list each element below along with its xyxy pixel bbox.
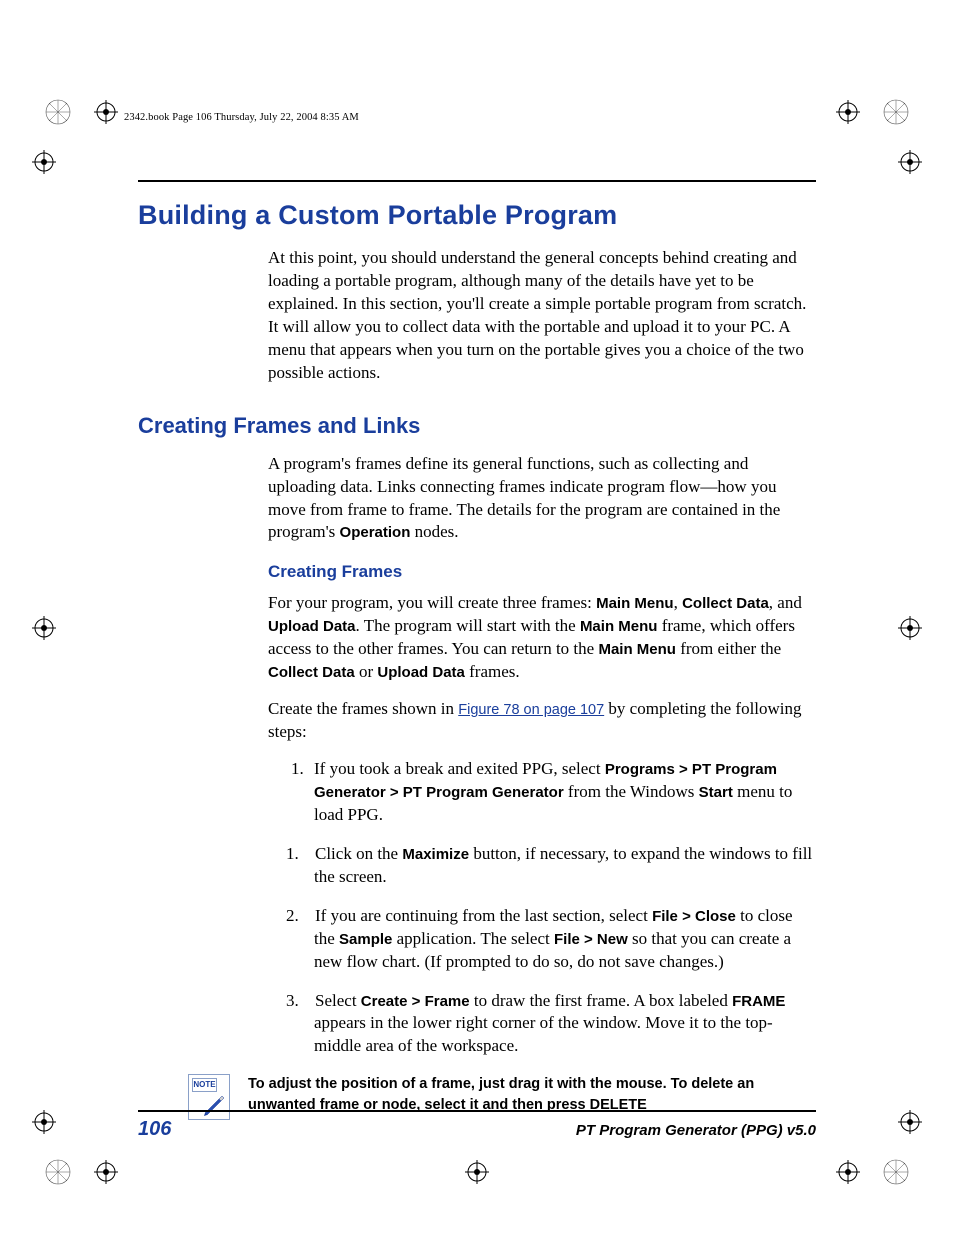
text: If you are continuing from the last sect…: [315, 906, 652, 925]
crop-mark-icon: [898, 1110, 922, 1134]
running-header: 2342.book Page 106 Thursday, July 22, 20…: [124, 112, 359, 123]
steps-list: If you took a break and exited PPG, sele…: [268, 758, 816, 1058]
note-text: To adjust the position of a frame, just …: [248, 1074, 812, 1115]
footer-rule: [138, 1110, 816, 1112]
rosette-icon: [44, 1158, 72, 1186]
create-frames-lead: Create the frames shown in Figure 78 on …: [268, 698, 816, 744]
step-2: If you are continuing from the last sect…: [308, 905, 816, 974]
upload-data-keyword: Upload Data: [268, 618, 356, 635]
heading-2: Creating Frames and Links: [138, 413, 816, 439]
text: Select: [315, 991, 361, 1010]
main-menu-keyword: Main Menu: [580, 618, 658, 635]
text: application. The select: [392, 929, 554, 948]
rosette-icon: [44, 98, 72, 126]
top-rule: [138, 180, 816, 182]
figure-78-link[interactable]: Figure 78 on page 107: [458, 702, 604, 718]
note-label: NOTE: [192, 1078, 217, 1092]
text: from either the: [676, 639, 781, 658]
main-menu-keyword: Main Menu: [596, 595, 674, 612]
step-1b: Click on the Maximize button, if necessa…: [308, 843, 816, 889]
creating-frames-paragraph: For your program, you will create three …: [268, 592, 816, 684]
page-number: 106: [138, 1118, 171, 1141]
rosette-icon: [882, 1158, 910, 1186]
text: from the Windows: [564, 782, 699, 801]
crop-mark-icon: [898, 150, 922, 174]
crop-mark-icon: [32, 150, 56, 174]
heading-1: Building a Custom Portable Program: [138, 200, 816, 231]
crop-mark-icon: [836, 100, 860, 124]
text: . The program will start with the: [356, 616, 580, 635]
text: To adjust the position of a frame, just …: [248, 1076, 754, 1112]
text: For your program, you will create three …: [268, 593, 596, 612]
crop-mark-icon: [465, 1160, 489, 1184]
text: frames.: [465, 662, 520, 681]
crop-mark-icon: [94, 100, 118, 124]
operation-keyword: Operation: [340, 524, 411, 541]
file-new-keyword: File > New: [554, 931, 628, 948]
text: ,: [674, 593, 683, 612]
step-1: If you took a break and exited PPG, sele…: [308, 758, 816, 827]
text: Click on the: [315, 844, 402, 863]
maximize-keyword: Maximize: [402, 846, 469, 863]
frame-keyword: FRAME: [732, 993, 785, 1010]
crop-mark-icon: [94, 1160, 118, 1184]
upload-data-keyword: Upload Data: [377, 664, 465, 681]
collect-data-keyword: Collect Data: [268, 664, 355, 681]
crop-mark-icon: [32, 616, 56, 640]
document-title: PT Program Generator (PPG) v5.0: [576, 1122, 816, 1139]
crop-mark-icon: [32, 1110, 56, 1134]
sample-keyword: Sample: [339, 931, 392, 948]
text: nodes.: [410, 522, 458, 541]
page-footer: 106 PT Program Generator (PPG) v5.0: [138, 1110, 816, 1141]
text: to draw the first frame. A box labeled: [470, 991, 732, 1010]
file-close-keyword: File > Close: [652, 908, 736, 925]
rosette-icon: [882, 98, 910, 126]
crop-mark-icon: [836, 1160, 860, 1184]
main-menu-keyword: Main Menu: [598, 641, 676, 658]
text: Create the frames shown in: [268, 699, 458, 718]
text: If you took a break and exited PPG, sele…: [314, 759, 605, 778]
text: , and: [769, 593, 802, 612]
collect-data-keyword: Collect Data: [682, 595, 769, 612]
heading-3: Creating Frames: [268, 562, 816, 582]
text: appears in the lower right corner of the…: [314, 1013, 773, 1055]
step-3: Select Create > Frame to draw the first …: [308, 990, 816, 1059]
crop-mark-icon: [898, 616, 922, 640]
start-keyword: Start: [699, 784, 733, 801]
frames-paragraph: A program's frames define its general fu…: [268, 453, 816, 545]
intro-paragraph: At this point, you should understand the…: [268, 247, 816, 385]
text: or: [355, 662, 378, 681]
create-frame-keyword: Create > Frame: [361, 993, 470, 1010]
